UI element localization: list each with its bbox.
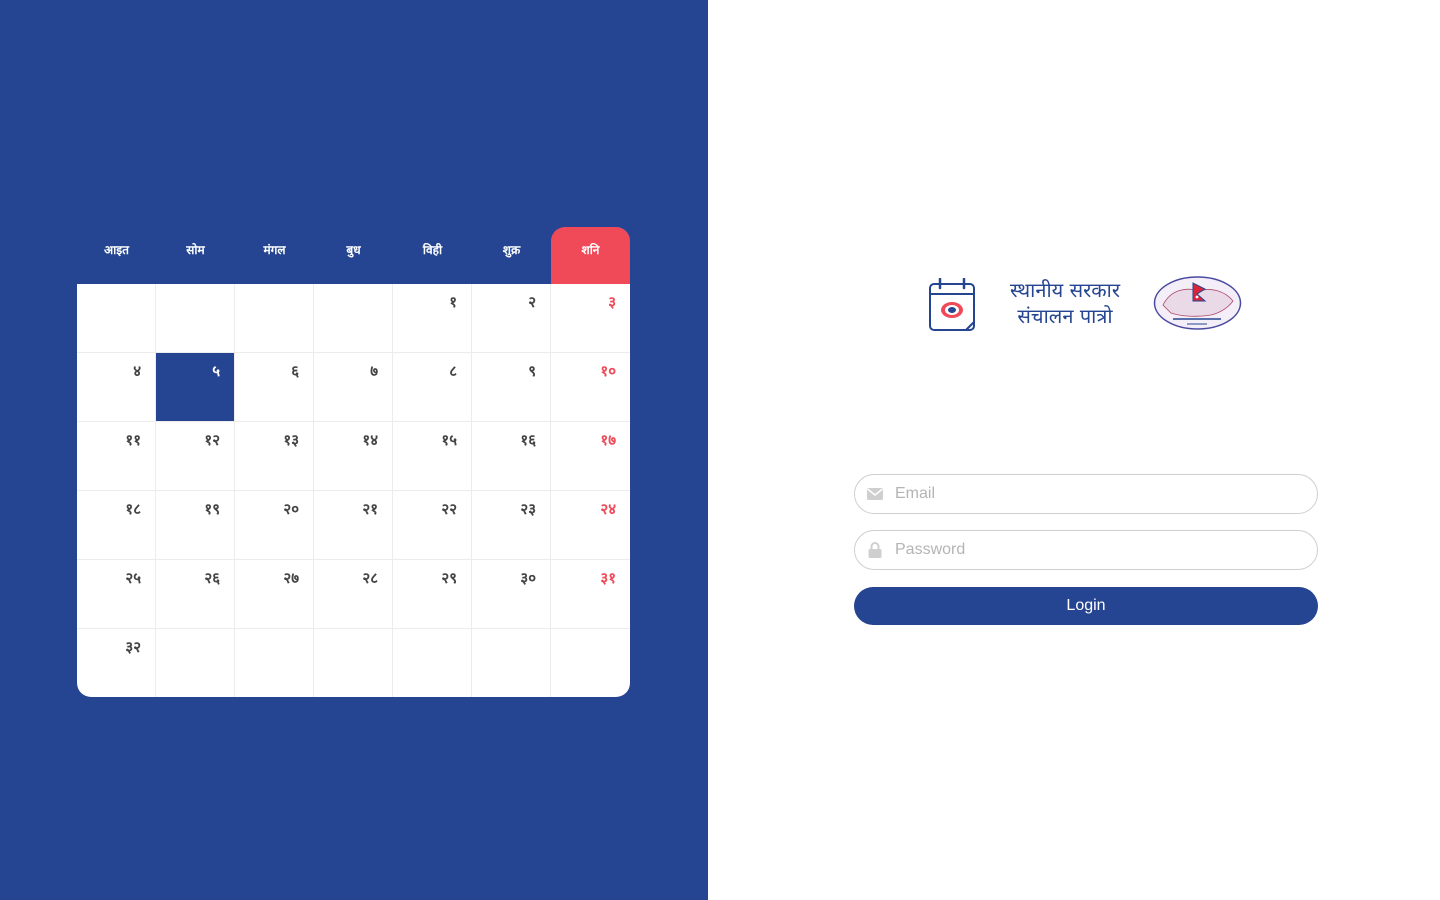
calendar-weekday-header: आइत सोम मंगल बुध विही शुक्र शनि	[77, 227, 630, 284]
calendar-empty-cell	[77, 284, 156, 353]
calendar-day-cell[interactable]: १७	[551, 422, 630, 491]
calendar-day-cell[interactable]: ७	[314, 353, 393, 422]
calendar-empty-cell	[393, 629, 472, 697]
calendar-day-cell[interactable]: १३	[235, 422, 314, 491]
calendar-empty-cell	[314, 284, 393, 353]
calendar-day-cell[interactable]: २	[472, 284, 551, 353]
calendar-empty-cell	[314, 629, 393, 697]
calendar-empty-cell	[551, 629, 630, 697]
calendar-day-cell[interactable]: १९	[156, 491, 235, 560]
calendar-day-cell[interactable]: १०	[551, 353, 630, 422]
calendar-empty-cell	[235, 629, 314, 697]
calendar-day-cell[interactable]: २५	[77, 560, 156, 629]
calendar-day-cell[interactable]: १	[393, 284, 472, 353]
calendar-day-cell[interactable]: २७	[235, 560, 314, 629]
envelope-icon	[855, 488, 895, 500]
calendar-day-cell[interactable]: ४	[77, 353, 156, 422]
calendar-day-cell[interactable]: ३	[551, 284, 630, 353]
brand-title-line1: स्थानीय सरकार	[1010, 278, 1120, 302]
calendar-day-cell[interactable]: २९	[393, 560, 472, 629]
brand-logo: स्थानीय सरकार संचालन पात्रो	[928, 275, 1242, 333]
calendar-day-cell[interactable]: २२	[393, 491, 472, 560]
weekday-friday: शुक्र	[502, 243, 521, 257]
weekday-thursday: विही	[422, 243, 443, 257]
calendar-day-cell[interactable]: २३	[472, 491, 551, 560]
calendar-empty-cell	[156, 284, 235, 353]
lock-icon	[855, 542, 895, 558]
calendar-empty-cell	[472, 629, 551, 697]
weekday-monday: सोम	[186, 243, 205, 257]
calendar-day-grid: १ २ ३ ४ ५ ६ ७ ८ ९ १० ११ १२ १३ १४ १५ १६ १७ १८ १९ २० २१ २२ २३ २४ २…	[77, 284, 630, 697]
password-field[interactable]	[854, 530, 1318, 570]
brand-title-line2: संचालन पात्रो	[1017, 304, 1113, 328]
calendar-day-cell[interactable]: ३०	[472, 560, 551, 629]
calendar-logo-icon	[929, 278, 975, 331]
login-panel: स्थानीय सरकार संचालन पात्रो Email Login	[708, 0, 1440, 900]
login-button[interactable]: Login	[854, 587, 1318, 625]
weekday-saturday: शनि	[551, 227, 630, 284]
calendar-day-cell[interactable]: ५	[156, 353, 235, 422]
calendar-day-cell[interactable]: २४	[551, 491, 630, 560]
calendar-day-cell[interactable]: १२	[156, 422, 235, 491]
calendar-day-cell[interactable]: १५	[393, 422, 472, 491]
calendar-day-cell[interactable]: २०	[235, 491, 314, 560]
weekday-tuesday: मंगल	[263, 243, 286, 257]
weekday-sunday: आइत	[104, 243, 129, 257]
calendar-day-cell[interactable]: २१	[314, 491, 393, 560]
calendar-day-cell[interactable]: १४	[314, 422, 393, 491]
email-input[interactable]	[895, 485, 1317, 503]
calendar-day-cell[interactable]: ३१	[551, 560, 630, 629]
email-field[interactable]	[854, 474, 1318, 514]
calendar-day-cell[interactable]: ११	[77, 422, 156, 491]
calendar-day-cell[interactable]: ३२	[77, 629, 156, 697]
emblem-logo-icon	[1153, 276, 1242, 330]
calendar-day-cell[interactable]: १८	[77, 491, 156, 560]
calendar-day-cell[interactable]: १६	[472, 422, 551, 491]
calendar-day-cell[interactable]: २८	[314, 560, 393, 629]
brand-title: स्थानीय सरकार संचालन पात्रो	[990, 277, 1140, 329]
calendar-day-cell[interactable]: २६	[156, 560, 235, 629]
calendar-panel: आइत सोम मंगल बुध विही शुक्र शनि १२३४५६७८…	[0, 0, 708, 900]
calendar-empty-cell	[156, 629, 235, 697]
calendar-day-cell[interactable]: ९	[472, 353, 551, 422]
calendar-day-cell[interactable]: ६	[235, 353, 314, 422]
calendar-widget: आइत सोम मंगल बुध विही शुक्र शनि १२३४५६७८…	[77, 227, 630, 697]
calendar-empty-cell	[235, 284, 314, 353]
calendar-day-cell[interactable]: ८	[393, 353, 472, 422]
password-input[interactable]	[895, 541, 1317, 559]
weekday-wednesday: बुध	[346, 243, 361, 257]
